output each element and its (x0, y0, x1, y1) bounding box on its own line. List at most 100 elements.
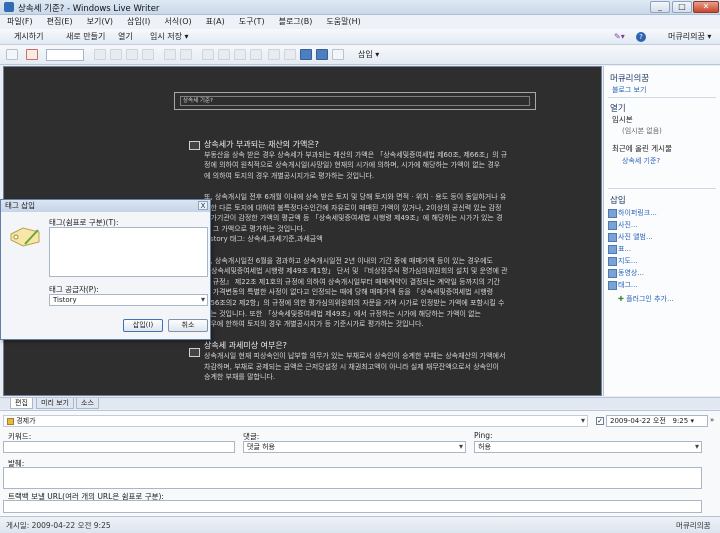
body-heading: 상속세 과세미상 여부은? (204, 341, 287, 351)
keywords-input[interactable] (3, 441, 235, 453)
status-bar: 게시일: 2009-04-22 오전 9:25 머큐리의꿈 (0, 516, 720, 533)
picture-icon[interactable] (316, 49, 328, 60)
font-color-icon[interactable] (164, 49, 176, 60)
numbered-list-icon[interactable] (268, 49, 280, 60)
hyperlink-icon[interactable] (300, 49, 312, 60)
publish-button[interactable]: 게시하기 (14, 29, 43, 45)
body-heading: 상속세가 부과되는 재산의 가액은? (204, 140, 319, 149)
tags-textarea[interactable] (49, 227, 208, 277)
highlight-icon[interactable] (180, 49, 192, 60)
tag-provider-select[interactable]: Tistory (49, 294, 208, 306)
menu-tools[interactable]: 도구(T) (232, 15, 272, 29)
body-line: 경우에 한하여 토지의 경우 개별공시지가 등 기준시가로 평가하는 것입니다. (204, 320, 424, 329)
drafts-empty: (임시본 없음) (622, 127, 662, 135)
insert-tags-dialog: 태그 삽입 X 태그(쉼표로 구분)(T): 태그 공급자(P): Tistor… (0, 199, 211, 340)
publish-date-checkbox[interactable]: ✓ (596, 417, 604, 425)
category-icon (7, 417, 14, 425)
bold-icon[interactable] (94, 49, 106, 60)
insert-photo-album-link[interactable]: 사진 앨범... (608, 232, 653, 242)
sidebar: 머큐리의꿈 블로그 보기 열기 임시본 (임시본 없음) 최근에 올린 게시물 … (603, 66, 720, 396)
publish-time-value: 9:25 (672, 417, 689, 425)
plus-icon: ✚ (618, 295, 624, 303)
menu-file[interactable]: 파일(F) (0, 15, 40, 29)
blog-switcher[interactable]: 머큐리의꿈 ▾ (668, 29, 711, 45)
publish-date-field[interactable]: 2009-04-22 오전 9:25 ▾ (606, 415, 708, 427)
insert-hyperlink-link[interactable]: 하이퍼링크... (608, 208, 657, 218)
insert-menu-button[interactable]: 삽입 ▾ (358, 49, 379, 60)
formatting-toolbar: 삽입 ▾ (0, 45, 720, 65)
cut-icon[interactable] (6, 49, 18, 60)
menu-edit[interactable]: 편집(E) (40, 15, 80, 29)
add-plugin-link[interactable]: ✚ 플러그인 추가... (618, 294, 674, 304)
open-button[interactable]: 열기 (118, 29, 133, 45)
tab-edit[interactable]: 편집 (10, 398, 33, 409)
minimize-button[interactable]: _ (650, 1, 670, 13)
tag-provider-value: Tistory (53, 296, 77, 304)
insert-map-link[interactable]: 지도... (608, 256, 638, 266)
menu-insert[interactable]: 삽입(I) (120, 15, 157, 29)
body-line: 정에 의하여 원칙적으로 상속개시일(사망일) 현재의 시가에 의하며, 시가에… (204, 161, 501, 170)
ping-select[interactable]: 허용 (474, 441, 702, 453)
insert-tags-button[interactable]: 삽입(I) (123, 319, 163, 332)
help-icon[interactable]: ? (636, 29, 646, 45)
body-line: 또, 상속개시일전 6월을 경과하고 상속개시일전 2년 이내의 기간 중에 매… (204, 256, 493, 265)
cancel-button[interactable]: 취소 (168, 319, 208, 332)
body-line: 한 규정』 제22조 제1호의 규정에 의하여 상속개시일부터 매매계약이 결정… (204, 277, 500, 286)
menu-bar: 파일(F) 편집(E) 보기(V) 삽입(I) 서식(O) 표(A) 도구(T) 블로그(B)… (0, 15, 720, 29)
insert-menu-label: 삽입 (358, 50, 373, 59)
align-right-icon[interactable] (234, 49, 246, 60)
font-size-select[interactable] (46, 49, 84, 61)
body-line: 「상속세및증여세법 시행령 제49조 제1항」 단서 및 『비상장주식 평가심의… (204, 267, 508, 276)
close-window-button[interactable]: ✕ (693, 1, 719, 13)
comments-select[interactable]: 댓글 허용 (243, 441, 466, 453)
dialog-close-icon[interactable]: X (198, 201, 208, 210)
insert-video-link[interactable]: 동영상... (608, 268, 644, 278)
align-center-icon[interactable] (218, 49, 230, 60)
strikethrough-icon[interactable] (142, 49, 154, 60)
menu-table[interactable]: 표(A) (199, 15, 232, 29)
sidebar-blog-title: 머큐리의꿈 (610, 74, 650, 84)
body-line: 승계한 부채를 말합니다. (204, 373, 276, 382)
new-post-button[interactable]: 새로 만들기 (66, 29, 105, 45)
quote-icon[interactable] (332, 49, 344, 60)
window-title: 상속세 기준? - Windows Live Writer (18, 4, 160, 14)
ping-label: Ping: (474, 431, 493, 440)
excerpt-input[interactable] (3, 467, 702, 489)
menu-help[interactable]: 도움말(H) (319, 15, 367, 29)
recent-post-link[interactable]: 상속세 기준? (622, 156, 660, 166)
menu-view[interactable]: 보기(V) (80, 15, 120, 29)
sidebar-divider (608, 97, 716, 98)
bulleted-list-icon[interactable] (284, 49, 296, 60)
trackback-input[interactable] (3, 500, 702, 513)
save-draft-label: 임시 저장 (150, 32, 182, 41)
insert-picture-link[interactable]: 사진... (608, 220, 638, 230)
category-select[interactable]: 경제가 (3, 415, 588, 427)
maximize-button[interactable]: □ (672, 1, 692, 13)
body-line: 또, 상속개시일 전후 6개월 이내에 상속 받은 토지 및 당해 토지와 면적… (204, 193, 507, 201)
menu-blog[interactable]: 블로그(B) (272, 15, 320, 29)
recent-posts-label: 최근에 올린 게시물 (612, 144, 672, 153)
view-blog-link[interactable]: 블로그 보기 (612, 85, 646, 95)
align-left-icon[interactable] (202, 49, 214, 60)
theme-brush-icon[interactable]: ✎▾ (614, 29, 625, 45)
category-value: 경제가 (16, 417, 36, 425)
post-title-input[interactable]: 상속세 기준? (180, 96, 530, 106)
insert-table-link[interactable]: 표... (607, 244, 631, 254)
list-bullet-icon (189, 348, 200, 357)
blog-switcher-label: 머큐리의꿈 (668, 32, 705, 41)
tab-preview[interactable]: 미리 보기 (36, 398, 74, 409)
tab-source[interactable]: 소스 (76, 398, 99, 409)
underline-icon[interactable] (126, 49, 138, 60)
body-line: 중 가격변동의 특별한 사정이 없다고 인정되는 때에 당해 매매가액 등을 「… (204, 288, 494, 297)
chevron-down-icon: ▾ (707, 32, 712, 41)
italic-icon[interactable] (110, 49, 122, 60)
chevron-down-icon: ▾ (375, 50, 380, 59)
expand-chevron-icon[interactable]: » (710, 416, 714, 424)
save-draft-button[interactable]: 임시 저장 ▾ (150, 29, 189, 45)
insert-tags-link[interactable]: 태그... (608, 280, 638, 290)
tag-icon (10, 227, 40, 247)
view-tabs: 편집 미리 보기 소스 (0, 397, 720, 409)
undo-icon[interactable] (26, 49, 38, 60)
menu-format[interactable]: 서식(O) (157, 15, 198, 29)
align-justify-icon[interactable] (250, 49, 262, 60)
